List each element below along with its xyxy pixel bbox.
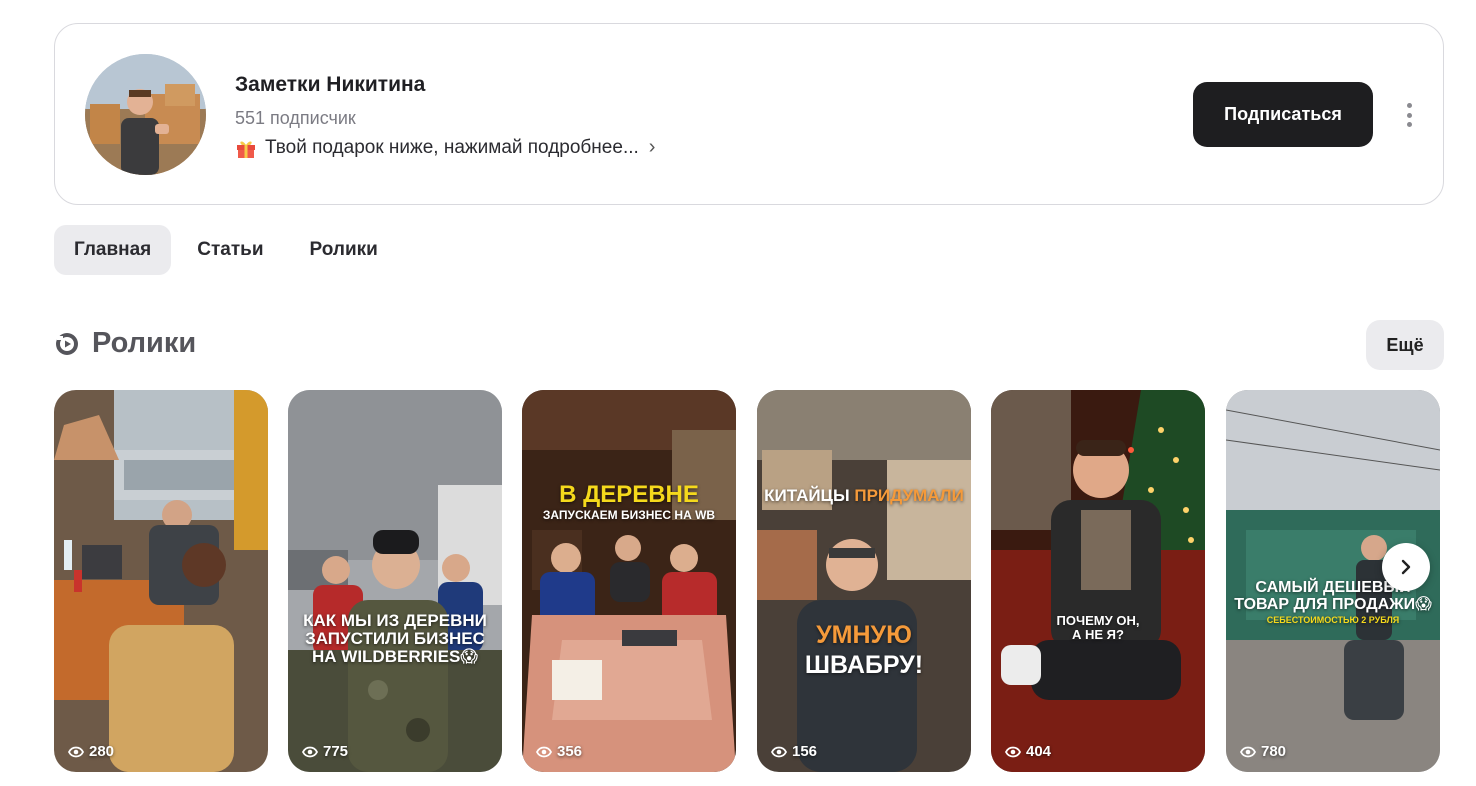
reel-thumbnail <box>991 390 1205 772</box>
reels-carousel: 280 КАК МЫ ИЗ ДЕРЕВНИ ЗАПУСТИЛИ БИЗНЕС Н… <box>54 390 1440 772</box>
section-title: Ролики <box>92 327 197 359</box>
subscribe-button[interactable]: Подписаться <box>1193 82 1373 147</box>
view-count: 780 <box>1240 743 1286 760</box>
reel-caption: В ДЕРЕВНЕ ЗАПУСКАЕМ БИЗНЕС НА WB <box>542 481 716 523</box>
subscriber-count: 551 подписчик <box>235 108 356 128</box>
channel-header-card: Заметки Никитина 551 подписчик Твой пода… <box>54 23 1444 205</box>
reel-card[interactable]: В ДЕРЕВНЕ ЗАПУСКАЕМ БИЗНЕС НА WB 356 <box>522 390 736 772</box>
channel-title[interactable]: Заметки Никитина <box>235 73 425 97</box>
eye-icon <box>771 746 787 757</box>
reel-caption: КИТАЙЦЫ ПРИДУМАЛИ <box>764 486 964 505</box>
view-count: 280 <box>68 743 114 760</box>
eye-icon <box>68 746 84 757</box>
more-button[interactable]: Ещё <box>1366 320 1444 370</box>
eye-icon <box>1005 746 1021 757</box>
carousel-next-button[interactable] <box>1382 543 1430 591</box>
view-count: 775 <box>302 743 348 760</box>
view-count: 356 <box>536 743 582 760</box>
reel-thumbnail <box>757 390 971 772</box>
reel-card[interactable]: 280 <box>54 390 268 772</box>
shorts-icon <box>56 332 78 355</box>
eye-icon <box>302 746 318 757</box>
chevron-right-icon <box>1401 559 1411 575</box>
eye-icon <box>1240 746 1256 757</box>
reel-card[interactable]: ПОЧЕМУ ОН, А НЕ Я? 404 <box>991 390 1205 772</box>
channel-description[interactable]: Твой подарок ниже, нажимай подробнее... … <box>235 136 655 159</box>
channel-description-text: Твой подарок ниже, нажимай подробнее... <box>265 136 639 158</box>
reel-card[interactable]: КАК МЫ ИЗ ДЕРЕВНИ ЗАПУСТИЛИ БИЗНЕС НА WI… <box>288 390 502 772</box>
reel-thumbnail <box>54 390 268 772</box>
tab-main[interactable]: Главная <box>54 225 172 275</box>
more-options-icon[interactable] <box>1399 100 1419 130</box>
reel-card[interactable]: КИТАЙЦЫ ПРИДУМАЛИ УМНУЮ ШВАБРУ! 156 <box>757 390 971 772</box>
reel-caption: ПОЧЕМУ ОН, А НЕ Я? <box>1056 613 1140 642</box>
chevron-right-icon[interactable]: › <box>649 136 656 159</box>
view-count: 404 <box>1005 743 1051 760</box>
tab-articles[interactable]: Статьи <box>177 225 283 275</box>
reel-caption: КАК МЫ ИЗ ДЕРЕВНИ ЗАПУСТИЛИ БИЗНЕС НА WI… <box>303 611 487 666</box>
reels-section-header: Ролики <box>54 327 196 360</box>
eye-icon <box>536 746 552 757</box>
tab-reels[interactable]: Ролики <box>290 225 398 275</box>
view-count: 156 <box>771 743 817 760</box>
channel-tabs: Главная Статьи Ролики <box>54 225 398 275</box>
reel-thumbnail <box>522 390 736 772</box>
channel-avatar[interactable] <box>85 54 206 175</box>
reel-caption-bottom: УМНУЮ ШВАБРУ! <box>804 621 924 680</box>
gift-icon <box>237 141 255 158</box>
reel-thumbnail <box>288 390 502 772</box>
